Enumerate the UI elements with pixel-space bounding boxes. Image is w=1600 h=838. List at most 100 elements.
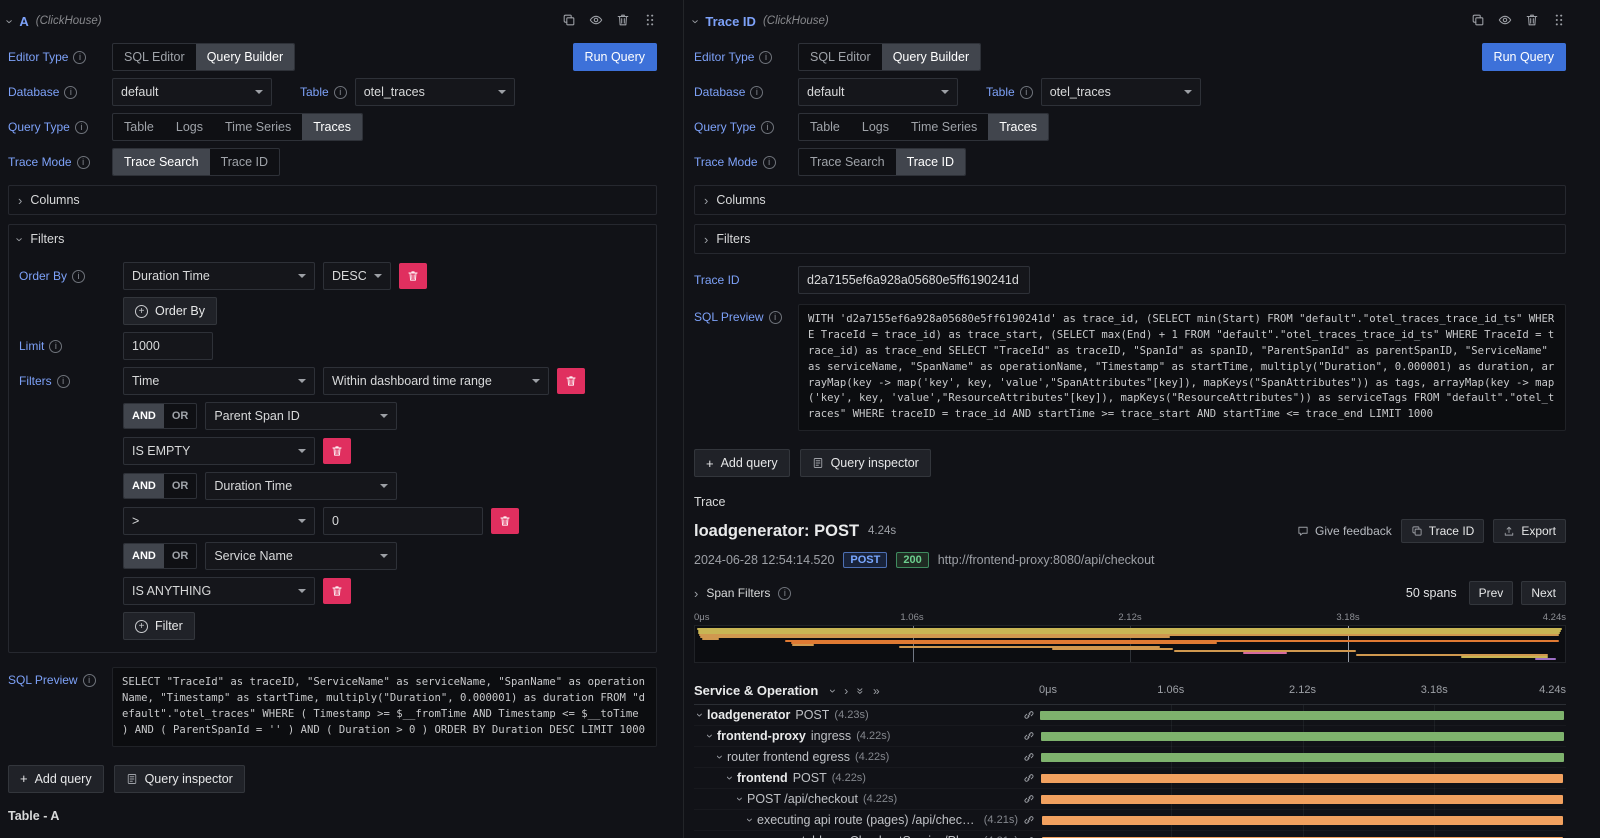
span-row[interactable]: ›POST /api/checkout(4.22s): [694, 789, 1566, 810]
filters-section-header[interactable]: › Filters: [695, 225, 1565, 253]
trace-mode-id[interactable]: Trace ID: [210, 149, 279, 175]
span-row[interactable]: ›loadgeneratorPOST(4.23s): [694, 705, 1566, 726]
filter-field-select[interactable]: Parent Span ID: [205, 402, 397, 430]
or-option[interactable]: OR: [164, 404, 197, 428]
filter-field-select[interactable]: Service Name: [205, 542, 397, 570]
remove-filter-button[interactable]: [557, 368, 585, 394]
filter-operator-select[interactable]: IS EMPTY: [123, 437, 315, 465]
columns-section-header[interactable]: › Columns: [695, 186, 1565, 214]
query-type-timeseries[interactable]: Time Series: [900, 114, 988, 140]
run-query-button[interactable]: Run Query: [1482, 43, 1566, 71]
query-type-logs[interactable]: Logs: [851, 114, 900, 140]
span-bar[interactable]: [1041, 774, 1563, 783]
run-query-button[interactable]: Run Query: [573, 43, 657, 71]
table-select[interactable]: otel_traces: [1041, 78, 1201, 106]
query-type-table[interactable]: Table: [113, 114, 165, 140]
prev-button[interactable]: Prev: [1469, 581, 1514, 605]
span-link-icon[interactable]: [1023, 751, 1035, 763]
chevron-down-icon[interactable]: ›: [733, 797, 747, 801]
delete-query-icon[interactable]: [1525, 13, 1539, 30]
expand-all-icon[interactable]: »: [873, 684, 880, 698]
order-by-field-select[interactable]: Duration Time: [123, 262, 315, 290]
span-row[interactable]: ›frontendPOST(4.22s): [694, 768, 1566, 789]
or-option[interactable]: OR: [164, 474, 197, 498]
query-builder-option[interactable]: Query Builder: [882, 44, 980, 70]
info-icon[interactable]: i: [64, 86, 77, 99]
and-option[interactable]: AND: [124, 404, 164, 428]
info-icon[interactable]: i: [57, 375, 70, 388]
span-link-icon[interactable]: [1023, 730, 1035, 742]
hide-query-icon[interactable]: [589, 13, 603, 30]
query-inspector-button[interactable]: Query inspector: [800, 449, 931, 477]
remove-filter-button[interactable]: [491, 508, 519, 534]
span-bar[interactable]: [1041, 753, 1564, 762]
span-link-icon[interactable]: [1023, 772, 1035, 784]
remove-order-by-button[interactable]: [399, 263, 427, 289]
duplicate-query-icon[interactable]: [562, 13, 576, 30]
info-icon[interactable]: i: [83, 674, 96, 687]
trace-id-button[interactable]: Trace ID: [1401, 519, 1485, 543]
remove-filter-button[interactable]: [323, 438, 351, 464]
add-filter-button[interactable]: +Filter: [123, 612, 195, 640]
database-select[interactable]: default: [112, 78, 272, 106]
filter-operator-select[interactable]: Within dashboard time range: [323, 367, 549, 395]
hide-query-icon[interactable]: [1498, 13, 1512, 30]
info-icon[interactable]: i: [75, 121, 88, 134]
info-icon[interactable]: i: [49, 340, 62, 353]
collapse-all-icon[interactable]: »: [854, 687, 868, 694]
columns-section-header[interactable]: › Columns: [9, 186, 656, 214]
filter-value-input[interactable]: [323, 507, 483, 535]
info-icon[interactable]: i: [769, 311, 782, 324]
span-link-icon[interactable]: [1023, 793, 1035, 805]
query-type-traces[interactable]: Traces: [988, 114, 1048, 140]
limit-input[interactable]: [123, 332, 213, 360]
trace-mode-search[interactable]: Trace Search: [799, 149, 896, 175]
span-bar[interactable]: [1041, 795, 1563, 804]
info-icon[interactable]: i: [763, 156, 776, 169]
sql-editor-option[interactable]: SQL Editor: [799, 44, 882, 70]
span-link-icon[interactable]: [1023, 814, 1035, 826]
filter-operator-select[interactable]: >: [123, 507, 315, 535]
filter-operator-select[interactable]: IS ANYTHING: [123, 577, 315, 605]
next-button[interactable]: Next: [1521, 581, 1566, 605]
sql-editor-option[interactable]: SQL Editor: [113, 44, 196, 70]
trace-mode-search[interactable]: Trace Search: [113, 149, 210, 175]
add-order-by-button[interactable]: +Order By: [123, 297, 217, 325]
chevron-down-icon[interactable]: ›: [743, 818, 757, 822]
span-bar[interactable]: [1041, 732, 1564, 741]
collapse-query-icon[interactable]: ›: [690, 19, 703, 23]
chevron-down-icon[interactable]: ›: [713, 755, 727, 759]
span-bar[interactable]: [1040, 711, 1564, 720]
table-select[interactable]: otel_traces: [355, 78, 515, 106]
query-inspector-button[interactable]: Query inspector: [114, 765, 245, 793]
span-filters-label[interactable]: Span Filters: [706, 586, 770, 600]
trace-id-input[interactable]: [798, 266, 1030, 294]
filter-field-select[interactable]: Time: [123, 367, 315, 395]
database-select[interactable]: default: [798, 78, 958, 106]
order-by-direction-select[interactable]: DESC: [323, 262, 391, 290]
query-type-table[interactable]: Table: [799, 114, 851, 140]
add-query-button[interactable]: +Add query: [694, 449, 790, 477]
span-bar[interactable]: [1042, 816, 1563, 825]
info-icon[interactable]: i: [334, 86, 347, 99]
query-type-timeseries[interactable]: Time Series: [214, 114, 302, 140]
duplicate-query-icon[interactable]: [1471, 13, 1485, 30]
and-option[interactable]: AND: [124, 474, 164, 498]
collapse-one-icon[interactable]: ›: [826, 689, 840, 693]
filter-field-select[interactable]: Duration Time: [205, 472, 397, 500]
info-icon[interactable]: i: [72, 270, 85, 283]
trace-mode-id[interactable]: Trace ID: [896, 149, 965, 175]
drag-handle-icon[interactable]: [643, 13, 657, 30]
chevron-right-icon[interactable]: ›: [694, 587, 698, 600]
span-row[interactable]: ›frontend-proxyingress(4.22s): [694, 726, 1566, 747]
info-icon[interactable]: i: [73, 51, 86, 64]
info-icon[interactable]: i: [77, 156, 90, 169]
expand-one-icon[interactable]: ›: [844, 684, 848, 698]
export-button[interactable]: Export: [1493, 519, 1566, 543]
chevron-down-icon[interactable]: ›: [694, 713, 707, 717]
give-feedback-link[interactable]: Give feedback: [1297, 524, 1392, 538]
delete-query-icon[interactable]: [616, 13, 630, 30]
add-query-button[interactable]: +Add query: [8, 765, 104, 793]
chevron-down-icon[interactable]: ›: [703, 734, 717, 738]
and-option[interactable]: AND: [124, 544, 164, 568]
